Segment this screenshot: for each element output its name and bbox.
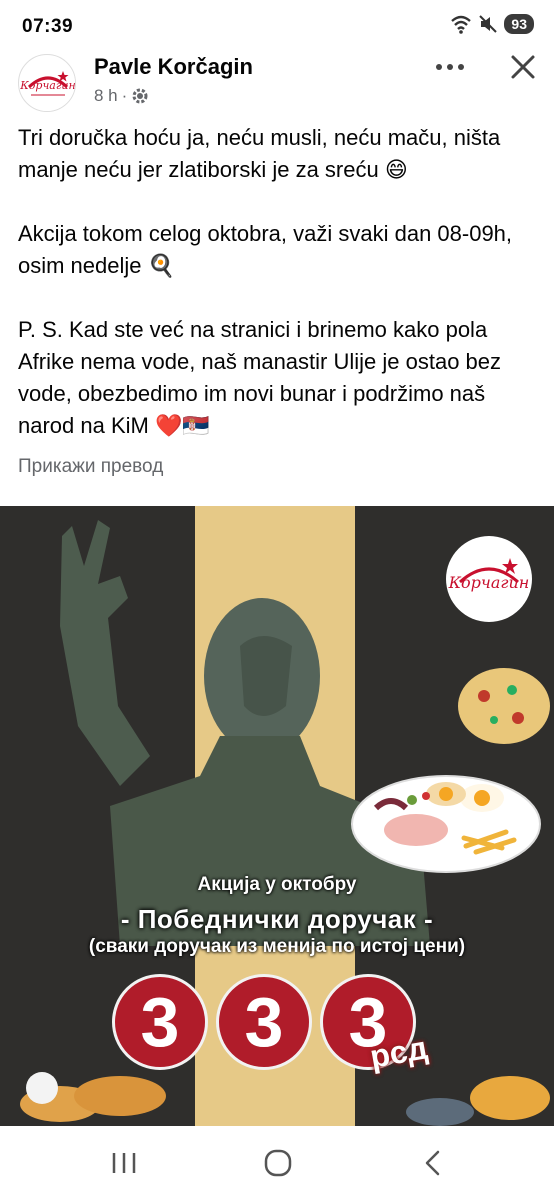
author-name[interactable]: Pavle Korčagin (94, 54, 253, 80)
ad-caption-top: Акција у октобру (197, 874, 357, 895)
more-dot-icon (447, 64, 453, 70)
meta-separator: · (121, 86, 128, 105)
status-time: 07:39 (22, 16, 74, 37)
wifi-icon (451, 15, 472, 34)
home-icon[interactable] (258, 1146, 298, 1180)
more-options-button[interactable] (430, 54, 470, 80)
ad-caption-sub: (сваки доручак из менија по истој цени) (88, 936, 466, 957)
brand-logo: Корчагин (446, 536, 532, 622)
svg-text:Корчагин: Корчагин (448, 573, 530, 592)
ad-caption-main: - Победнички доручак - (120, 904, 434, 934)
post-body: Tri doručka hoću ja, neću musli, neću ma… (18, 122, 538, 474)
post-header: Корчагин Pavle Korčagin 8 h · (0, 52, 554, 112)
food-strip-image (20, 1072, 550, 1126)
post-paragraph: Tri doručka hoću ja, neću musli, neću ma… (18, 125, 501, 182)
author-avatar[interactable]: Корчагин (18, 54, 76, 112)
android-nav-bar (0, 1126, 554, 1200)
more-dot-icon (436, 64, 442, 70)
mute-icon (479, 15, 498, 33)
svg-text:Корчагин: Корчагин (19, 79, 75, 92)
more-dot-icon (458, 64, 464, 70)
recent-apps-icon[interactable] (104, 1146, 144, 1180)
status-bar: 07:39 93 (0, 0, 554, 52)
breakfast-plate-image (351, 775, 541, 873)
post-paragraph: Akcija tokom celog oktobra, važi svaki d… (18, 221, 513, 278)
post-image[interactable]: Корчагин Акција у октобру - Победнички д… (0, 506, 554, 1126)
close-icon[interactable] (506, 50, 540, 84)
post-time[interactable]: 8 h (94, 86, 118, 106)
post-paragraph: P. S. Kad ste već na stranici i brinemo … (18, 317, 502, 438)
settings-gear-icon (132, 88, 148, 104)
post-meta: 8 h · (94, 86, 149, 106)
see-translation-link[interactable]: Прикажи превод (18, 456, 163, 478)
price-digit: 3 (216, 974, 312, 1070)
back-icon[interactable] (414, 1146, 454, 1180)
status-icons: 93 (450, 14, 534, 34)
battery-icon: 93 (504, 14, 534, 34)
price-digit: 3 (112, 974, 208, 1070)
omelette-image (458, 668, 550, 744)
